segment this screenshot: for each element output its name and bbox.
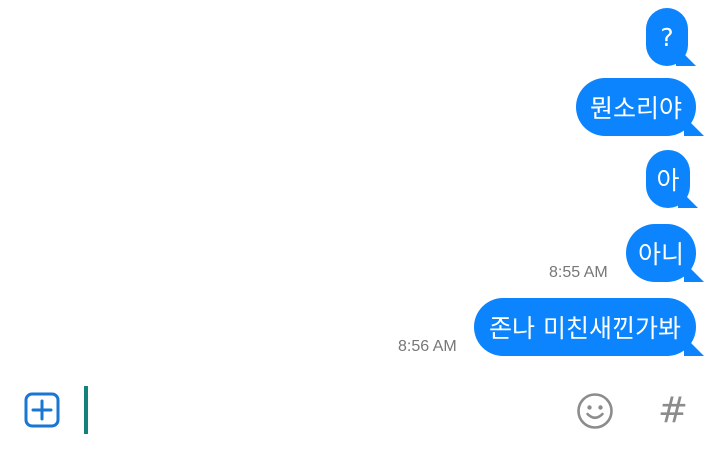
- bubble-tail: [676, 46, 696, 66]
- message-thread: ? 뭔소리야 아 아니 8:55 AM 존나 미친새낀가봐 8:56 AM: [0, 0, 720, 372]
- smiley-face-icon: [577, 393, 613, 429]
- message-timestamp: 8:56 AM: [398, 338, 457, 355]
- message-text: 존나 미친새낀가봐: [489, 314, 681, 343]
- bubble-tail: [684, 336, 704, 356]
- add-attachment-button[interactable]: [24, 392, 60, 428]
- plus-square-icon: [24, 392, 60, 428]
- message-bubble[interactable]: ?: [646, 8, 696, 66]
- message-bubble[interactable]: 아니: [626, 224, 704, 282]
- message-text: 뭔소리야: [590, 94, 683, 123]
- message-timestamp: 8:55 AM: [549, 264, 608, 281]
- message-text: 아: [656, 166, 680, 195]
- message-bubble[interactable]: 아: [646, 150, 698, 208]
- message-bubble[interactable]: 뭔소리야: [576, 78, 704, 136]
- message-text: 아니: [637, 240, 684, 269]
- message-bubble[interactable]: 존나 미친새낀가봐: [474, 298, 704, 356]
- bubble-tail: [684, 116, 704, 136]
- hashtag-button[interactable]: #: [656, 388, 690, 432]
- bubble-tail: [684, 262, 704, 282]
- bubble-tail: [678, 188, 698, 208]
- emoji-button[interactable]: [576, 392, 614, 430]
- message-input[interactable]: [84, 386, 88, 434]
- message-text: ?: [660, 22, 674, 52]
